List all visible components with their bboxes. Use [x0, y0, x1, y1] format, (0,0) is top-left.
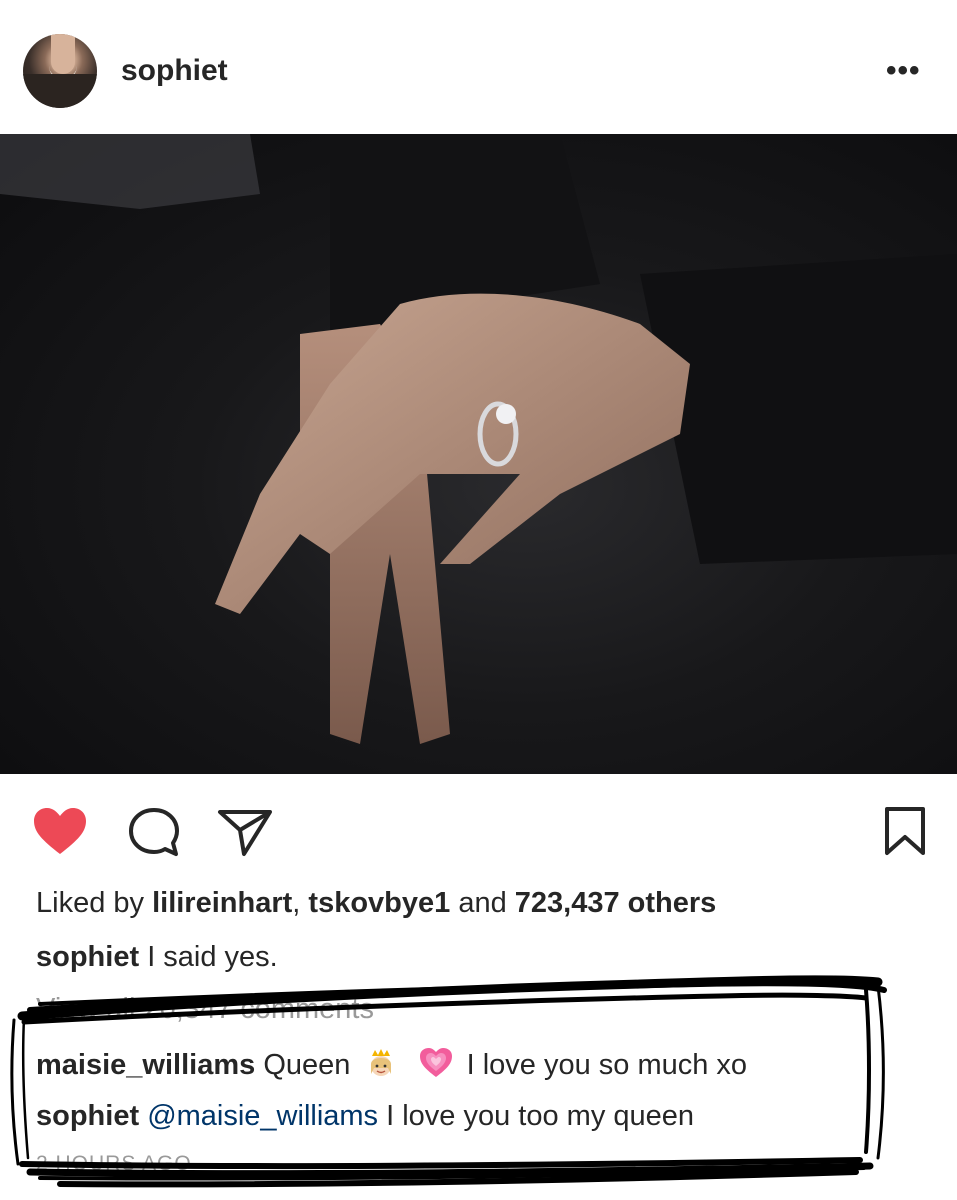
comment-username[interactable]: maisie_williams — [36, 1049, 255, 1081]
avatar[interactable] — [23, 34, 97, 108]
comment-text: I love you too my queen — [386, 1100, 695, 1132]
princess-emoji-icon — [371, 1049, 392, 1076]
post-header: sophiet ••• — [0, 0, 957, 134]
likes-others-count[interactable]: 723,437 others — [515, 887, 717, 919]
likes-separator: , — [292, 887, 301, 919]
save-bookmark-icon[interactable] — [884, 806, 926, 856]
comment-username[interactable]: sophiet — [36, 1100, 139, 1132]
caption-username[interactable]: sophiet — [36, 941, 139, 973]
caption-text: I said yes. — [147, 941, 278, 973]
likes-line[interactable]: Liked by lilireinhart, tskovbye1 and 723… — [36, 886, 716, 920]
share-icon[interactable] — [216, 806, 274, 858]
liker-username-1[interactable]: lilireinhart — [152, 887, 292, 919]
comment: sophiet @maisie_williams I love you too … — [36, 1099, 694, 1133]
comment-icon[interactable] — [127, 806, 181, 858]
growing-heart-icon — [419, 1048, 452, 1077]
view-all-comments-link[interactable]: View all 20,347 comments — [36, 992, 374, 1026]
comment-text-before: Queen — [263, 1049, 351, 1081]
comment-text-after: I love you so much xo — [466, 1049, 748, 1081]
comment-mention-link[interactable]: @maisie_williams — [147, 1100, 378, 1132]
comment: maisie_williams Queen I love you so much… — [36, 1046, 747, 1082]
like-heart-icon[interactable] — [32, 806, 88, 856]
likes-and: and — [458, 887, 507, 919]
more-options-icon[interactable]: ••• — [886, 56, 921, 86]
post-photo[interactable] — [0, 134, 957, 774]
liker-username-2[interactable]: tskovbye1 — [308, 887, 450, 919]
post-timestamp: 2 HOURS AGO — [36, 1152, 192, 1175]
post-username[interactable]: sophiet — [121, 54, 228, 88]
likes-prefix: Liked by — [36, 887, 145, 919]
caption: sophiet I said yes. — [36, 940, 278, 974]
